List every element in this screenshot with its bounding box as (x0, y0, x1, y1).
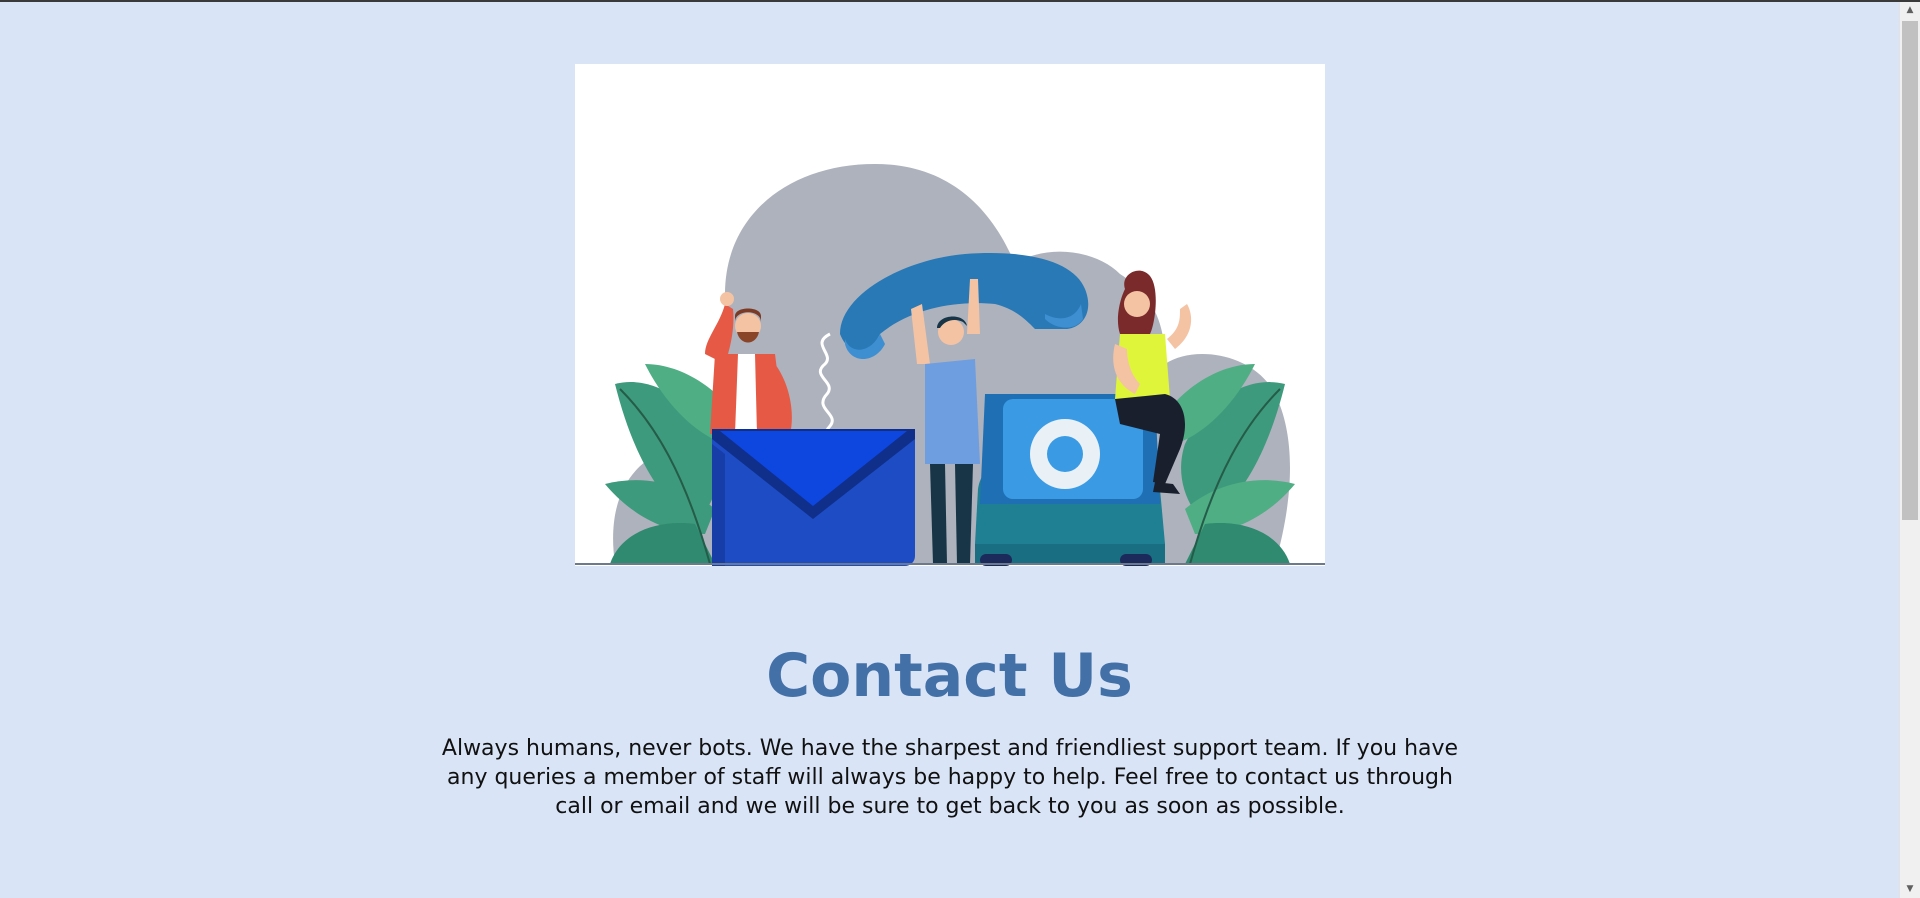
contact-illustration-svg (575, 164, 1325, 566)
scroll-up-icon[interactable]: ▲ (1900, 2, 1920, 19)
contact-description: Always humans, never bots. We have the s… (441, 736, 1459, 819)
scroll-thumb[interactable] (1902, 21, 1918, 520)
scroll-down-icon[interactable]: ▼ (1900, 881, 1920, 898)
vertical-scrollbar[interactable]: ▲ ▼ (1899, 2, 1920, 898)
contact-illustration (575, 64, 1325, 566)
envelope-icon (712, 429, 915, 566)
page-title: Contact Us (766, 641, 1133, 711)
contact-page: Contact Us Always humans, never bots. We… (0, 2, 1899, 898)
